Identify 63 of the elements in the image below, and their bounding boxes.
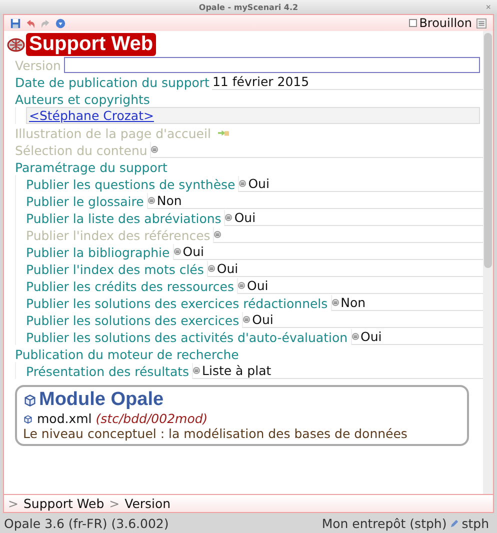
pencil-icon [450,518,459,528]
file-path: (stc/bdd/002mod) [96,411,208,426]
breadcrumb-separator: > [8,496,18,511]
option-label: Publier la liste des abréviations [26,211,222,226]
dropdown-icon[interactable] [151,146,158,153]
dropdown-icon[interactable] [214,231,222,238]
draft-checkbox[interactable]: Brouillon [409,16,472,30]
save-icon[interactable] [10,18,21,28]
option-label: Publier les questions de synthèse [26,177,236,192]
option-label: Publier les solutions des exercices [26,313,240,328]
option-value[interactable]: Oui [248,176,270,191]
collapse-icon[interactable] [476,18,487,28]
field-label: Date de publication du support [15,75,210,90]
module-title[interactable]: Module Opale [39,389,164,411]
document-title: Support Web [26,33,156,56]
dropdown-icon[interactable] [352,333,359,340]
option-value[interactable]: Oui [182,244,204,259]
dropdown-icon[interactable] [174,248,181,255]
section-heading: Paramétrage du support [15,160,168,175]
version-label: Opale 3.6 (fr-FR) (3.6.002) [4,516,169,530]
option-label: Publier les solutions des activités d'auto-évaluation [26,330,348,345]
option-label: Publier le glossaire [26,194,144,209]
dropdown-icon[interactable] [243,316,250,323]
user-label: stph [462,516,489,530]
breadcrumb-item[interactable]: Version [124,496,171,511]
dropdown-icon[interactable] [148,197,155,204]
option-label: Présentation des résultats [26,364,190,379]
option-label: Publier l'index des références [26,228,210,243]
dropdown-icon[interactable] [238,282,245,289]
window-title: Opale - myScenari 4.2 [198,2,298,12]
option-value[interactable]: Non [340,295,366,310]
option-value[interactable]: Oui [247,278,268,293]
option-label: Publier les crédits des ressources [26,279,234,294]
breadcrumb-item[interactable]: Support Web [23,496,104,511]
option-label: Publier les solutions des exercices rédactionnels [26,296,328,311]
field-value[interactable]: 11 février 2015 [212,74,483,90]
option-value[interactable]: Non [156,193,182,208]
option-value[interactable]: Liste à plat [202,363,272,378]
globe-icon [7,36,25,52]
section-heading: Auteurs et copyrights [15,92,150,107]
option-label: Publier la bibliographie [26,245,170,260]
field-label: Version [15,58,61,73]
undo-icon[interactable] [25,18,36,28]
option-label: Publier l'index des mots clés [26,262,204,277]
module-description: Le niveau conceptuel : la modélisation des bases de données [23,426,408,441]
dropdown-icon[interactable] [239,180,246,187]
option-label: Sélection du contenu [15,143,148,158]
file-name[interactable]: mod.xml [37,411,92,426]
cube-icon [23,414,33,424]
option-value[interactable]: Oui [252,312,274,327]
section-heading: Publication du moteur de recherche [15,347,239,362]
option-value[interactable]: Oui [360,329,382,344]
cube-icon [23,393,37,407]
dropdown-icon[interactable] [225,214,232,221]
option-value[interactable]: Oui [234,210,256,225]
store-label: Mon entrepôt (stph) [322,516,447,530]
option-value[interactable]: Oui [216,261,238,276]
dropdown-icon[interactable] [208,265,215,272]
scrollbar[interactable] [483,31,493,494]
field-label: Illustration de la page d'accueil [15,126,211,141]
breadcrumb-separator: > [109,496,120,511]
dropdown-icon[interactable] [332,299,339,306]
dropdown-icon[interactable] [193,367,200,374]
